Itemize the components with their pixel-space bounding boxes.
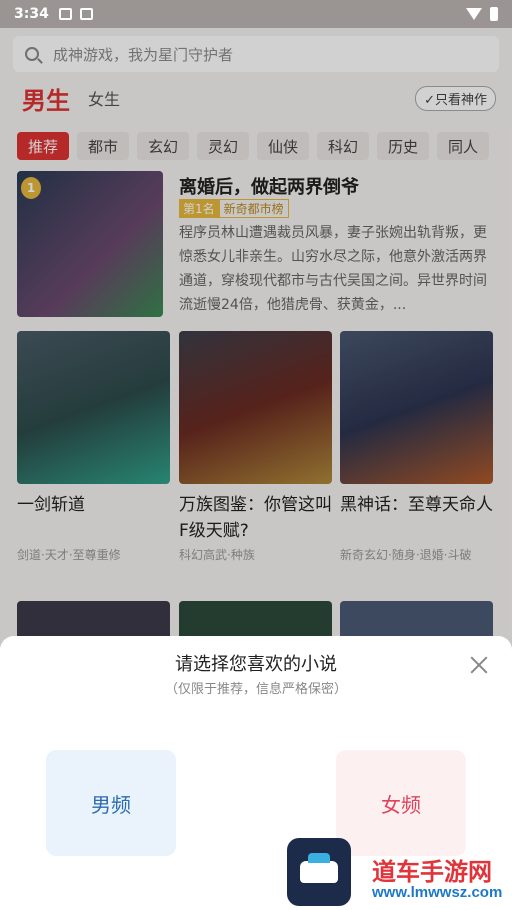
female-option-button[interactable]: 女频 xyxy=(336,750,466,856)
status-bar: 3:34 xyxy=(0,0,512,28)
male-option-button[interactable]: 男频 xyxy=(46,750,176,856)
sheet-title: 请选择您喜欢的小说 xyxy=(175,654,337,675)
status-time: 3:34 xyxy=(14,6,49,22)
wifi-icon xyxy=(466,8,482,20)
app-notification-icon xyxy=(79,8,93,20)
close-icon[interactable] xyxy=(468,654,490,676)
image-icon xyxy=(58,8,72,20)
watermark-name: 道车手游网 xyxy=(372,859,492,886)
battery-icon xyxy=(490,7,498,21)
sheet-subtitle: （仅限于推荐，信息严格保密） xyxy=(164,682,347,697)
watermark-url: www.lmwwsz.com xyxy=(372,884,503,901)
watermark-logo-icon xyxy=(287,838,351,906)
